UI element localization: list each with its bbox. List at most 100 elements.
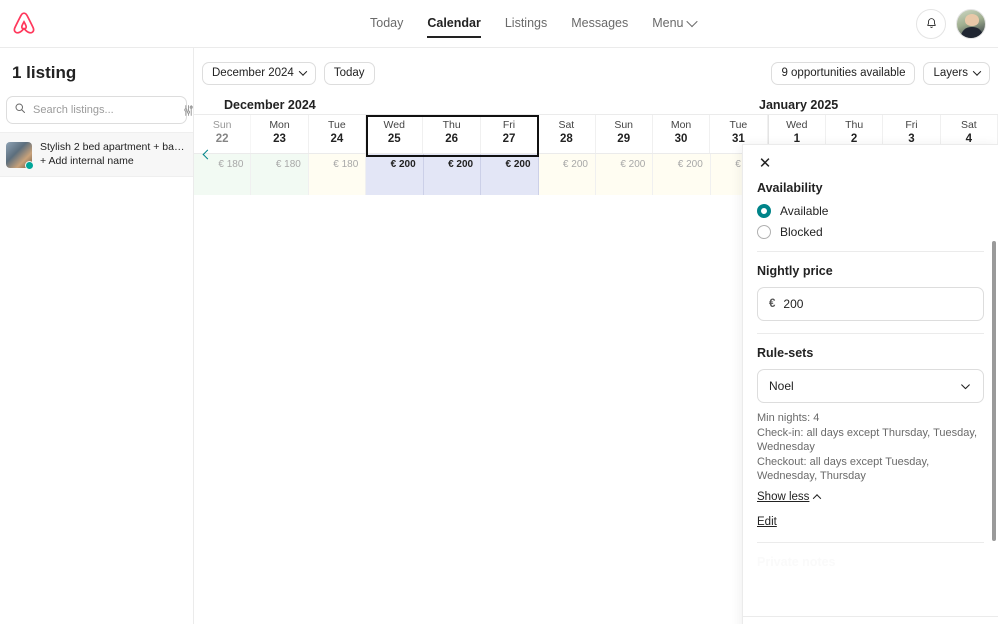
calendar-day-cell[interactable]: € 200 [481,154,539,195]
calendar-day-cell[interactable]: € 180 [251,154,309,195]
day-number-label: 25 [387,133,401,145]
day-number-label: 27 [502,133,516,145]
airbnb-logo-icon[interactable] [12,9,40,39]
chevron-down-icon [961,383,970,389]
nightly-price-input[interactable] [783,297,972,311]
today-button[interactable]: Today [323,61,375,85]
day-of-week-label: Wed [383,119,405,131]
search-icon [14,101,26,119]
show-less-label: Show less [757,490,810,503]
day-number-label: 29 [617,133,631,145]
page-title: 1 listing [12,63,77,82]
layers-label: Layers [933,67,968,79]
close-icon[interactable]: ✕ [755,153,775,173]
top-navigation-bar: Today Calendar Listings Messages Menu [0,0,998,48]
day-of-week-label: Mon [269,119,290,131]
radio-blocked-icon [757,225,771,239]
day-header-mon-30: Mon 30 [653,115,711,153]
month-picker-button[interactable]: December 2024 [202,61,316,85]
chevron-down-icon [685,15,698,27]
rule-set-selected-value: Noel [769,379,794,393]
nightly-price-field[interactable]: € [757,287,984,321]
availability-blocked-label: Blocked [780,225,823,239]
day-of-week-label: Wed [786,119,808,131]
chevron-down-icon [298,67,308,76]
listing-text-block: Stylish 2 bed apartment + balcony + Add … [40,141,185,168]
calendar-day-cell[interactable]: € 200 [423,154,482,195]
day-of-week-label: Thu [442,119,461,131]
availability-available-label: Available [780,204,829,218]
nav-link-calendar[interactable]: Calendar [427,16,481,38]
day-of-week-label: Fri [905,119,918,131]
day-of-week-label: Tue [729,119,748,131]
day-of-week-label: Sat [960,119,977,131]
day-of-week-label: Thu [845,119,864,131]
month-label-left: December 2024 [224,98,316,112]
day-of-week-label: Fri [502,119,516,131]
edit-rule-set-link[interactable]: Edit [757,516,777,528]
calendar-day-cell[interactable]: € 200 [538,154,596,195]
chevron-up-icon [813,493,822,503]
day-header-sat-28: Sat 28 [538,115,596,153]
day-number-label: 30 [674,133,688,145]
calendar-day-cell[interactable]: € 200 [653,154,711,195]
panel-header: ✕ [743,145,998,181]
day-number-label: 28 [559,133,573,145]
day-number-label: 26 [445,133,459,145]
listing-title: Stylish 2 bed apartment + balcony [40,141,185,153]
layers-button[interactable]: Layers [923,61,990,85]
divider [757,333,984,334]
listing-thumbnail [6,141,34,170]
availability-option-blocked[interactable]: Blocked [757,225,984,239]
chevron-down-icon [972,67,982,76]
calendar-day-cell[interactable]: € 180 [308,154,367,195]
nav-menu-dropdown[interactable]: Menu [652,15,698,32]
day-number-label: 24 [330,133,344,145]
availability-option-available[interactable]: Available [757,204,984,218]
panel-footer: Save [743,616,998,624]
day-header-fri-27: Fri 27 [481,115,539,153]
list-item[interactable]: Stylish 2 bed apartment + balcony + Add … [0,132,193,177]
date-detail-panel: ✕ Availability Available Blocked Nightly… [742,144,998,624]
day-of-week-label: Tue [328,119,346,131]
rule-min-nights: Min nights: 4 [757,412,820,424]
notifications-bell-icon[interactable] [916,8,946,39]
next-section-heading: Private notes [757,554,836,569]
radio-available-icon [757,204,771,218]
availability-heading: Availability [757,181,823,195]
nav-link-listings[interactable]: Listings [505,16,547,32]
day-of-week-label: Mon [670,119,692,131]
day-header-mon-23: Mon 23 [251,115,309,153]
day-header-wed-25: Wed 25 [366,115,424,153]
primary-nav-links: Today Calendar Listings Messages Menu [370,15,698,38]
day-header-sun-29: Sun 29 [596,115,653,153]
prev-week-arrow[interactable] [198,145,216,163]
listing-status-dot [25,160,34,170]
nav-link-today[interactable]: Today [370,16,403,32]
nav-menu-label: Menu [652,15,684,30]
rule-checkin: Check-in: all days except Thursday, Tues… [757,426,978,454]
rule-set-select[interactable]: Noel [757,369,984,403]
search-wrapper [0,96,193,124]
app-body: 1 listing Search listings... Stylish 2 b… [0,48,998,624]
month-label-right: January 2025 [759,98,839,112]
day-header-tue-24: Tue 24 [309,115,367,153]
nav-link-messages[interactable]: Messages [571,16,628,32]
opportunities-badge[interactable]: 9 opportunities available [771,61,916,85]
listings-sidebar: 1 listing Search listings... Stylish 2 b… [0,48,194,624]
calendar-day-cell[interactable]: € 200 [366,154,424,195]
nightly-price-heading: Nightly price [757,264,833,278]
day-of-week-label: Sun [614,119,634,131]
show-less-toggle[interactable]: Show less [757,490,822,503]
rule-sets-heading: Rule-sets [757,346,814,360]
rule-checkout: Checkout: all days except Tuesday, Wedne… [757,455,930,483]
add-internal-name-link[interactable]: + Add internal name [40,154,185,168]
search-listings-box[interactable] [6,96,193,124]
calendar-day-cell[interactable]: € 200 [595,154,654,195]
nav-right-cluster [916,8,986,39]
day-of-week-label: Sun [212,119,232,131]
search-input[interactable] [33,104,175,116]
panel-scroll-area[interactable]: Availability Available Blocked Nightly p… [743,181,998,616]
user-avatar[interactable] [956,8,986,39]
chevron-left-icon [202,149,212,159]
